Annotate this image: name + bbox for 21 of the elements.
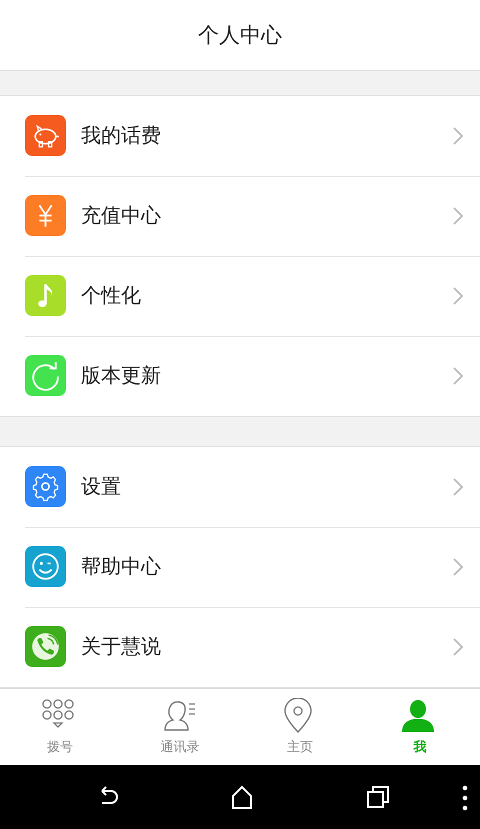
chevron-icon	[452, 206, 464, 226]
menu-item[interactable]: 关于慧说	[0, 606, 480, 687]
page-title: 个人中心	[198, 22, 282, 50]
chevron-icon	[452, 286, 464, 306]
menu-item[interactable]: 充值中心	[0, 176, 480, 256]
tab[interactable]: 通讯录	[120, 688, 240, 765]
menu-item[interactable]: 设置	[0, 446, 480, 527]
more-icon[interactable]	[461, 784, 469, 811]
chevron-icon	[452, 636, 464, 657]
menu-item[interactable]: 帮助中心	[0, 526, 480, 607]
chevron-icon	[452, 556, 464, 577]
recent-apps-icon[interactable]	[366, 784, 390, 809]
chevron-icon	[452, 366, 464, 386]
menu-item[interactable]: 我的话费	[0, 96, 480, 176]
home-icon[interactable]	[230, 784, 254, 810]
tab[interactable]: 主页	[240, 688, 360, 765]
chevron-icon	[452, 476, 464, 497]
menu-item[interactable]: 个性化	[0, 256, 480, 336]
menu-item[interactable]: 版本更新	[0, 336, 480, 416]
chevron-icon	[452, 126, 464, 146]
tab[interactable]: 拨号	[0, 688, 120, 765]
